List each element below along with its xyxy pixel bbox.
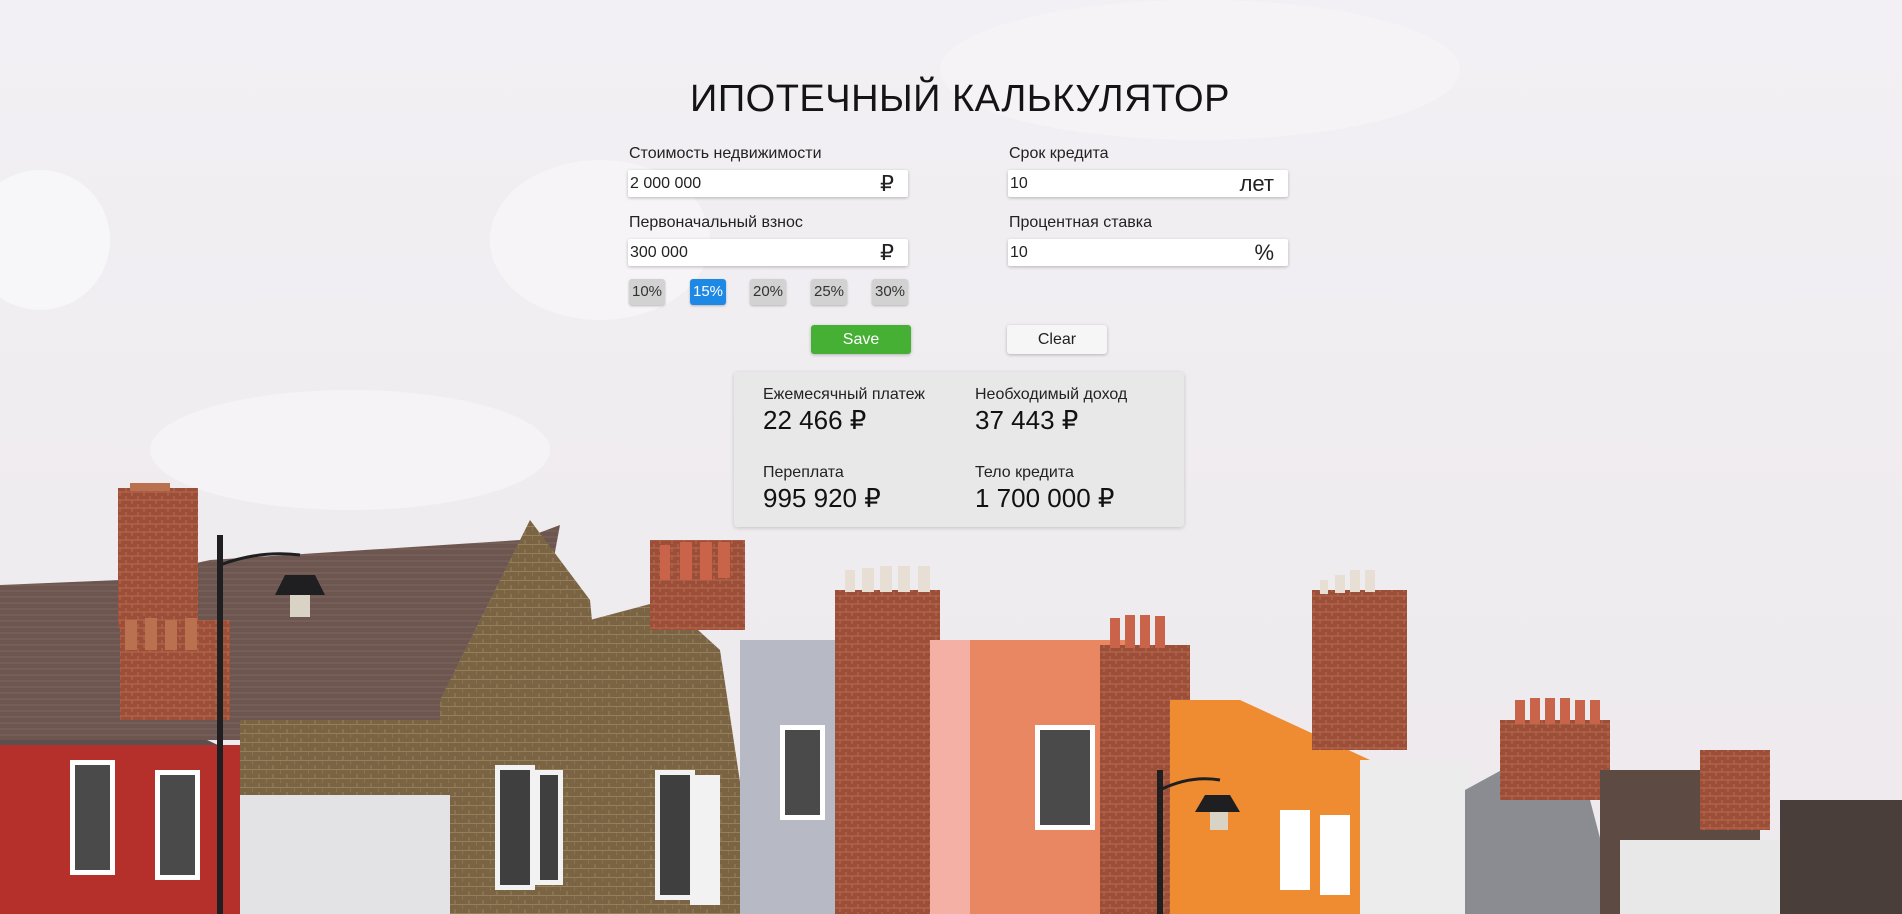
loan-term-input[interactable]: [1010, 170, 1230, 197]
page-title: ИПОТЕЧНЫЙ КАЛЬКУЛЯТОР: [690, 78, 1230, 120]
chip-15-percent[interactable]: 15%: [690, 279, 726, 305]
overpayment-label: Переплата: [763, 464, 844, 481]
loan-body-label: Тело кредита: [975, 464, 1074, 481]
ruble-sign-icon: ₽: [880, 171, 894, 196]
clear-button[interactable]: Clear: [1007, 325, 1107, 354]
interest-rate-input[interactable]: [1010, 239, 1230, 266]
loan-term-field[interactable]: лет: [1008, 170, 1288, 197]
percent-sign-icon: %: [1254, 240, 1274, 265]
results-panel: Ежемесячный платеж 22 466 ₽ Необходимый …: [734, 372, 1184, 527]
ruble-sign-icon: ₽: [880, 240, 894, 265]
chip-30-percent[interactable]: 30%: [872, 279, 908, 305]
property-cost-input[interactable]: [630, 170, 850, 197]
loan-term-label: Срок кредита: [1009, 145, 1109, 162]
monthly-payment-label: Ежемесячный платеж: [763, 386, 926, 403]
chip-20-percent[interactable]: 20%: [750, 279, 786, 305]
loan-body-value: 1 700 000 ₽: [975, 483, 1115, 513]
chip-25-percent[interactable]: 25%: [811, 279, 847, 305]
interest-rate-label: Процентная ставка: [1009, 214, 1152, 231]
down-payment-field[interactable]: ₽: [628, 239, 908, 266]
chip-10-percent[interactable]: 10%: [629, 279, 665, 305]
mortgage-calculator: ИПОТЕЧНЫЙ КАЛЬКУЛЯТОР Стоимость недвижим…: [0, 0, 1902, 914]
overpayment-value: 995 920 ₽: [763, 483, 881, 513]
down-payment-label: Первоначальный взнос: [629, 214, 803, 231]
required-income-value: 37 443 ₽: [975, 405, 1079, 435]
interest-rate-field[interactable]: %: [1008, 239, 1288, 266]
property-cost-label: Стоимость недвижимости: [629, 145, 822, 162]
required-income-label: Необходимый доход: [975, 386, 1128, 403]
monthly-payment-value: 22 466 ₽: [763, 405, 867, 435]
property-cost-field[interactable]: ₽: [628, 170, 908, 197]
down-payment-input[interactable]: [630, 239, 850, 266]
save-button[interactable]: Save: [811, 325, 911, 354]
years-unit: лет: [1239, 171, 1274, 196]
